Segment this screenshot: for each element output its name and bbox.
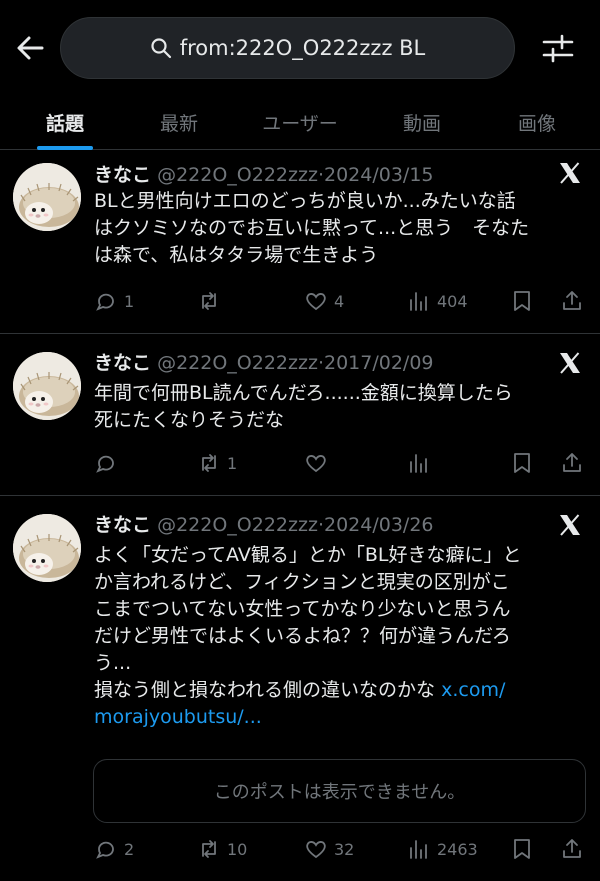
view-count: 404	[437, 291, 468, 311]
bookmark-button[interactable]	[510, 286, 534, 316]
quote-unavailable-text: このポストは表示できません。	[213, 782, 466, 803]
like-button[interactable]: 32	[304, 834, 354, 864]
share-button[interactable]	[560, 448, 584, 478]
views-icon	[410, 292, 427, 311]
post-actions: 1 4 404	[94, 286, 594, 316]
unavailable-quote-post: このポストは表示できません。	[93, 759, 586, 823]
tab-latest-label: 最新	[159, 112, 198, 135]
post-date[interactable]: 2024/03/26	[324, 514, 434, 536]
repost-icon	[202, 840, 216, 858]
views-button[interactable]	[407, 448, 437, 478]
share-button[interactable]	[560, 834, 584, 864]
post-text: BLと男性向けエロのどっちが良いか...みたいな話 はクソミソなのでお互いに黙っ…	[94, 190, 530, 266]
post-actions: 1	[94, 448, 594, 478]
search-input[interactable]: from:222O_O222zzz BL	[60, 17, 515, 79]
repost-button[interactable]	[197, 286, 227, 316]
reply-count: 2	[124, 839, 135, 859]
x-logo-icon	[557, 512, 583, 538]
reply-button[interactable]: 2	[94, 834, 134, 864]
post-actions: 2 10 32 2463	[94, 834, 594, 864]
post-text-content: よく「女だってAV観る」とか「BL好きな癖に」と か言われるけど、フィクションと…	[94, 544, 522, 701]
x-logo-icon	[557, 350, 583, 376]
heart-icon	[306, 455, 326, 473]
bookmark-button[interactable]	[510, 448, 534, 478]
author-name[interactable]: きなこ	[94, 352, 151, 374]
repost-button[interactable]: 1	[197, 448, 237, 478]
view-count: 2463	[437, 839, 478, 859]
repost-icon	[202, 454, 216, 472]
post-2[interactable]: きなこ @222O_O222zzz·2017/02/09 年間で何冊BL読んでん…	[0, 334, 600, 496]
repost-count: 1	[227, 453, 238, 473]
share-icon	[563, 453, 581, 472]
views-icon	[410, 840, 427, 859]
author-name[interactable]: きなこ	[94, 164, 151, 186]
search-tabs: 話題 最新 ユーザー 動画 画像	[0, 95, 600, 150]
bookmark-icon	[514, 291, 530, 311]
reply-icon	[96, 841, 114, 859]
post-text: よく「女だってAV観る」とか「BL好きな癖に」と か言われるけど、フィクションと…	[94, 542, 590, 731]
author-handle: @222O_O222zzz	[157, 164, 318, 186]
tab-users-label: ユーザー	[262, 112, 338, 135]
tab-images-label: 画像	[517, 112, 556, 135]
bookmark-icon	[514, 839, 530, 859]
reply-button[interactable]: 1	[94, 286, 134, 316]
post-header: きなこ @222O_O222zzz·2024/03/26	[94, 510, 434, 537]
post-header: きなこ @222O_O222zzz·2024/03/15	[94, 160, 434, 187]
bookmark-icon	[514, 453, 530, 473]
tab-videos-label: 動画	[402, 112, 441, 135]
post-text: 年間で何冊BL読んでんだろ......金額に換算したら 死にたくなりそうだな	[94, 382, 513, 431]
share-button[interactable]	[560, 286, 584, 316]
x-logo-icon	[557, 160, 583, 186]
post-1[interactable]: きなこ @222O_O222zzz·2024/03/15 BLと男性向けエロのど…	[0, 150, 600, 334]
avatar[interactable]	[13, 163, 81, 231]
reply-icon	[96, 293, 114, 311]
filter-settings-icon[interactable]	[538, 28, 578, 68]
tab-top[interactable]: 話題	[10, 95, 120, 150]
post-3[interactable]: きなこ @222O_O222zzz·2024/03/26 よく「女だってAV観る…	[0, 496, 600, 881]
views-icon	[410, 454, 427, 473]
author-handle: @222O_O222zzz	[157, 514, 318, 536]
bookmark-button[interactable]	[510, 834, 534, 864]
reply-button[interactable]	[94, 448, 124, 478]
share-icon	[563, 839, 581, 858]
like-button[interactable]	[304, 448, 334, 478]
post-date[interactable]: 2024/03/15	[324, 164, 434, 186]
repost-icon	[202, 292, 216, 310]
like-count: 4	[334, 291, 345, 311]
post-header: きなこ @222O_O222zzz·2017/02/09	[94, 348, 434, 375]
avatar[interactable]	[13, 514, 81, 582]
views-button[interactable]: 2463	[407, 834, 478, 864]
tab-videos[interactable]: 動画	[367, 95, 477, 149]
repost-count: 10	[227, 839, 248, 859]
author-name[interactable]: きなこ	[94, 514, 151, 536]
reply-count: 1	[124, 291, 135, 311]
like-count: 32	[334, 839, 355, 859]
search-query: from:222O_O222zzz BL	[179, 36, 426, 60]
tab-users[interactable]: ユーザー	[238, 95, 362, 149]
post-date[interactable]: 2017/02/09	[324, 352, 434, 374]
search-icon	[150, 37, 172, 59]
like-button[interactable]: 4	[304, 286, 344, 316]
views-button[interactable]: 404	[407, 286, 468, 316]
heart-icon	[306, 293, 326, 311]
tab-images[interactable]: 画像	[482, 95, 592, 149]
top-bar: from:222O_O222zzz BL	[0, 0, 600, 95]
heart-icon	[306, 841, 326, 859]
repost-button[interactable]: 10	[197, 834, 247, 864]
reply-icon	[96, 455, 114, 473]
tab-latest[interactable]: 最新	[124, 95, 234, 149]
tab-top-label: 話題	[45, 112, 84, 135]
avatar[interactable]	[13, 352, 81, 420]
share-icon	[563, 291, 581, 310]
author-handle: @222O_O222zzz	[157, 352, 318, 374]
back-arrow-icon[interactable]	[12, 30, 48, 66]
